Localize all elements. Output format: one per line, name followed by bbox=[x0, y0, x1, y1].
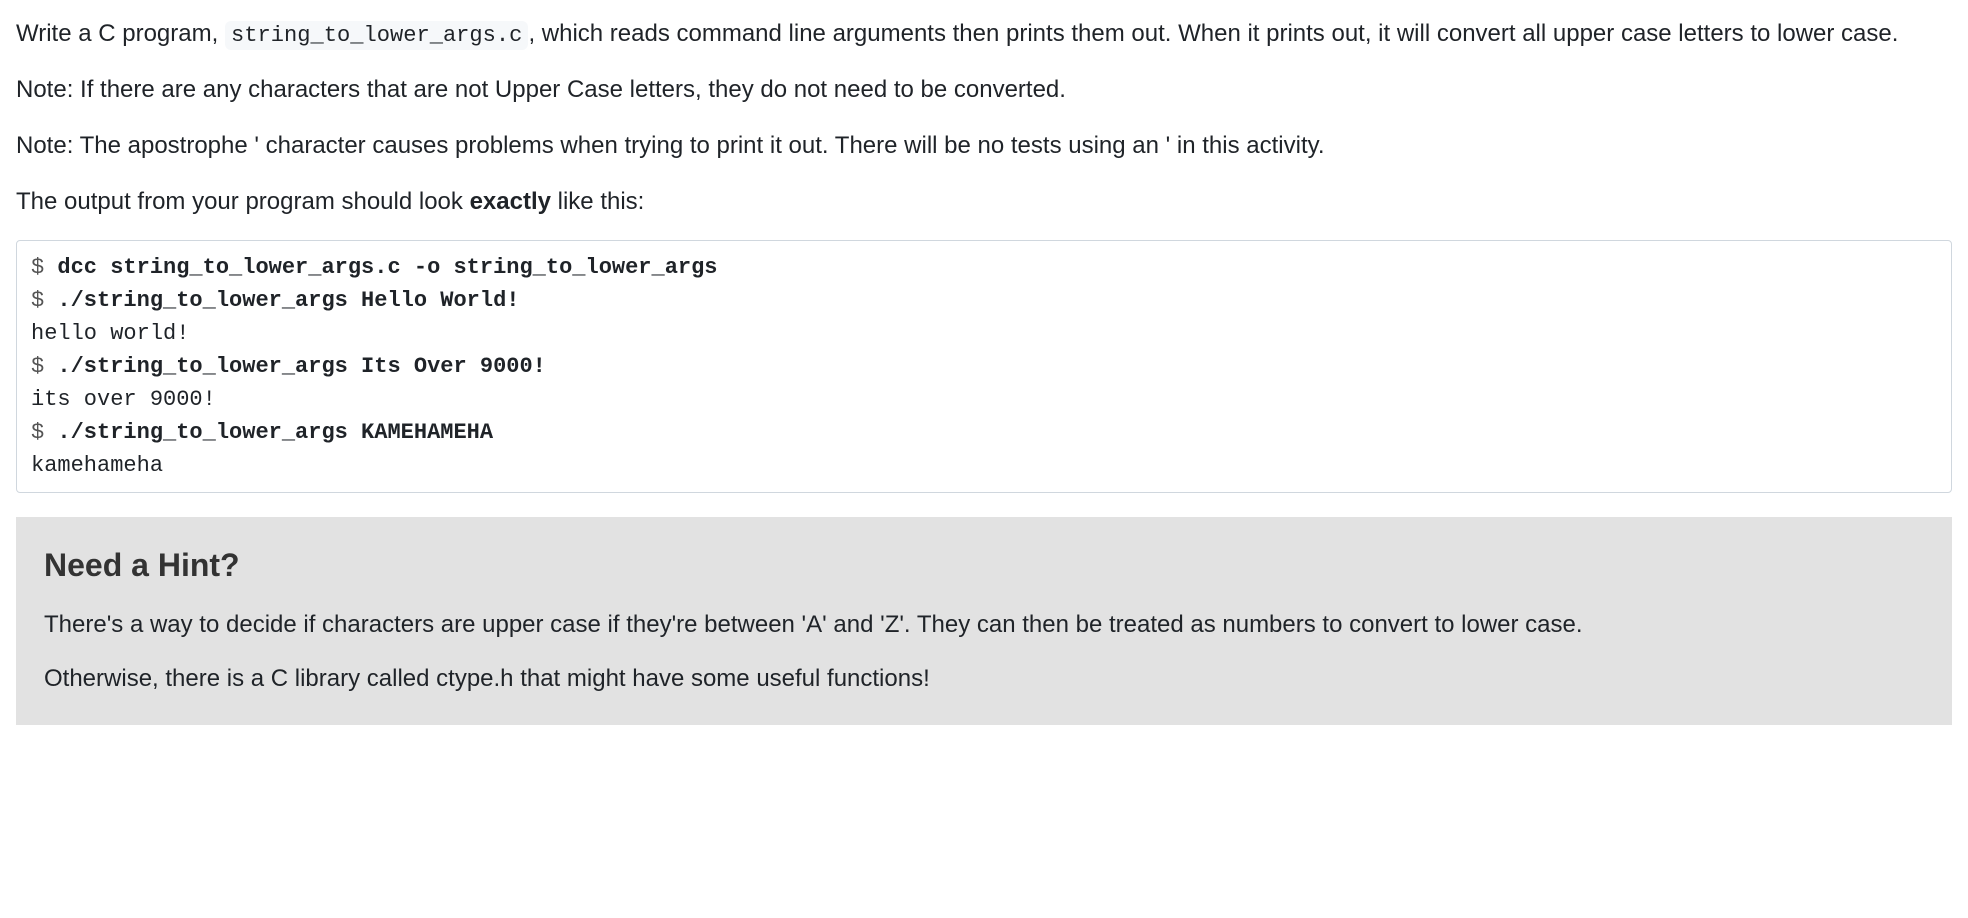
inline-code-filename: string_to_lower_args.c bbox=[225, 21, 528, 50]
terminal-prompt: $ bbox=[31, 354, 57, 379]
intro-paragraph-4: The output from your program should look… bbox=[16, 184, 1952, 220]
terminal-command: dcc string_to_lower_args.c -o string_to_… bbox=[57, 255, 717, 280]
terminal-out: hello world! bbox=[31, 321, 189, 346]
intro-paragraph-3: Note: The apostrophe ' character causes … bbox=[16, 128, 1952, 164]
terminal-command: ./string_to_lower_args Its Over 9000! bbox=[57, 354, 545, 379]
terminal-prompt: $ bbox=[31, 255, 57, 280]
hint-box: Need a Hint? There's a way to decide if … bbox=[16, 517, 1952, 725]
terminal-output: $ dcc string_to_lower_args.c -o string_t… bbox=[16, 240, 1952, 493]
intro-bold: exactly bbox=[470, 188, 551, 215]
terminal-out: kamehameha bbox=[31, 453, 163, 478]
intro-text: , which reads command line arguments the… bbox=[528, 20, 1898, 47]
intro-text: Write a C program, bbox=[16, 20, 225, 47]
intro-paragraph-1: Write a C program, string_to_lower_args.… bbox=[16, 16, 1952, 52]
terminal-prompt: $ bbox=[31, 288, 57, 313]
intro-text: like this: bbox=[551, 188, 644, 215]
terminal-command: ./string_to_lower_args Hello World! bbox=[57, 288, 519, 313]
intro-paragraph-2: Note: If there are any characters that a… bbox=[16, 72, 1952, 108]
terminal-prompt: $ bbox=[31, 420, 57, 445]
terminal-out: its over 9000! bbox=[31, 387, 216, 412]
hint-paragraph-1: There's a way to decide if characters ar… bbox=[44, 607, 1924, 643]
intro-text: The output from your program should look bbox=[16, 188, 470, 215]
hint-paragraph-2: Otherwise, there is a C library called c… bbox=[44, 661, 1924, 697]
hint-title: Need a Hint? bbox=[44, 541, 1924, 589]
terminal-command: ./string_to_lower_args KAMEHAMEHA bbox=[57, 420, 493, 445]
